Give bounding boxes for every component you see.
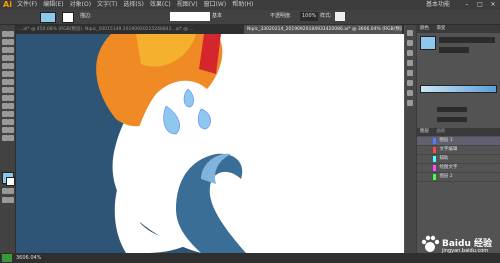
appearance-panel-icon[interactable] bbox=[407, 100, 413, 106]
location-input[interactable] bbox=[437, 117, 467, 122]
stroke-profile[interactable] bbox=[170, 12, 210, 21]
layer-name: 图层 2 bbox=[439, 174, 453, 179]
slice-tool-icon[interactable] bbox=[8, 127, 14, 133]
artwork-svg bbox=[16, 34, 246, 253]
gradient-panel-icon[interactable] bbox=[407, 80, 413, 86]
baidu-watermark: Baidu 经验 jingyan.baidu.com bbox=[420, 234, 500, 256]
gradient-preview[interactable] bbox=[420, 36, 436, 50]
type-tool-icon[interactable] bbox=[8, 47, 14, 53]
menu-view[interactable]: 视图(V) bbox=[174, 0, 201, 10]
menu-effect[interactable]: 效果(C) bbox=[147, 0, 174, 10]
stroke-panel-icon[interactable] bbox=[407, 70, 413, 76]
layer-name: 文字编辑 bbox=[439, 147, 458, 152]
artboard-canvas[interactable] bbox=[16, 34, 404, 253]
menu-object[interactable]: 对象(O) bbox=[67, 0, 94, 10]
style-label: 样式: bbox=[320, 13, 332, 19]
swatches-panel-icon[interactable] bbox=[407, 40, 413, 46]
layer-row[interactable]: 辅助 bbox=[417, 155, 500, 164]
menu-bar: Ai 文件(F) 编辑(E) 对象(O) 文字(T) 选择(S) 效果(C) 视… bbox=[0, 0, 500, 10]
layer-color-chip bbox=[433, 174, 436, 180]
color-panel-icon[interactable] bbox=[407, 30, 413, 36]
layer-name: 辅助 bbox=[439, 156, 449, 161]
gradient-tab[interactable]: 渐变 bbox=[433, 26, 448, 31]
opacity-label: 不透明度: bbox=[270, 13, 292, 19]
free-transform-icon[interactable] bbox=[8, 87, 14, 93]
layer-row[interactable]: 图层 2 bbox=[417, 173, 500, 182]
menu-window[interactable]: 窗口(W) bbox=[201, 0, 230, 10]
layer-color-chip bbox=[433, 147, 436, 153]
menu-type[interactable]: 文字(T) bbox=[94, 0, 120, 10]
panel-icons-column bbox=[405, 25, 416, 253]
workspace-switcher[interactable]: 基本功能 bbox=[426, 0, 450, 10]
transparency-panel-icon[interactable] bbox=[407, 90, 413, 96]
fill-swatch[interactable] bbox=[40, 12, 56, 23]
layer-color-chip bbox=[433, 165, 436, 171]
menu-file[interactable]: 文件(F) bbox=[14, 0, 40, 10]
layer-color-chip bbox=[433, 156, 436, 162]
layer-color-chip bbox=[433, 138, 436, 144]
layers-tab[interactable]: 图层 bbox=[417, 129, 432, 134]
zoom-tool-icon[interactable] bbox=[8, 135, 14, 141]
zoom-level[interactable]: 3606.04% bbox=[16, 254, 41, 262]
style-swatch[interactable] bbox=[335, 12, 345, 21]
control-bar: 描边: 基本 不透明度: 100% 样式: bbox=[0, 10, 500, 25]
close-button[interactable]: ✕ bbox=[488, 0, 498, 10]
gradient-type-field[interactable] bbox=[439, 37, 495, 43]
gradient-tool-icon[interactable] bbox=[8, 103, 14, 109]
app-status-icon bbox=[2, 254, 12, 262]
app-logo: Ai bbox=[3, 0, 12, 9]
blend-tool-icon[interactable] bbox=[8, 111, 14, 117]
layer-row[interactable]: 文字编辑 bbox=[417, 146, 500, 155]
right-panel-dock: 颜色 渐变 图层 画板 图层 1 文字编辑 辅助 绘图文字 图层 2 bbox=[405, 25, 500, 253]
scale-tool-icon[interactable] bbox=[8, 79, 14, 85]
angle-field[interactable] bbox=[439, 47, 469, 53]
paw-icon bbox=[421, 235, 440, 252]
main-menu: 文件(F) 编辑(E) 对象(O) 文字(T) 选择(S) 效果(C) 视图(V… bbox=[14, 0, 256, 10]
layers-panel-header: 图层 画板 bbox=[417, 128, 500, 136]
watermark-url: jingyan.baidu.com bbox=[442, 248, 489, 254]
window-controls: – □ ✕ bbox=[462, 0, 498, 10]
layer-name: 图层 1 bbox=[439, 138, 453, 143]
brushes-panel-icon[interactable] bbox=[407, 50, 413, 56]
rectangle-tool-icon[interactable] bbox=[8, 55, 14, 61]
layer-name: 绘图文字 bbox=[439, 165, 458, 170]
menu-help[interactable]: 帮助(H) bbox=[229, 0, 256, 10]
panel-content: 颜色 渐变 图层 画板 图层 1 文字编辑 辅助 绘图文字 图层 2 bbox=[417, 25, 500, 253]
document-tabs: ...ai* @ 450.08% (RGB/预览) Nipic_10015149… bbox=[16, 25, 404, 34]
menu-edit[interactable]: 编辑(E) bbox=[40, 0, 66, 10]
layer-row[interactable]: 图层 1 bbox=[417, 137, 500, 146]
tab-document-2[interactable]: Nipic_10015149 20190920215246841...ai* @… bbox=[82, 25, 248, 34]
tab-document-1[interactable]: ...ai* @ 450.08% (RGB/预览) bbox=[16, 25, 82, 34]
screen-mode-icon[interactable] bbox=[8, 197, 14, 203]
opacity-field[interactable]: 100% bbox=[300, 12, 319, 21]
graph-tool-icon[interactable] bbox=[8, 119, 14, 125]
tools-panel bbox=[0, 25, 16, 253]
maximize-button[interactable]: □ bbox=[475, 0, 485, 10]
gradient-slider[interactable] bbox=[420, 85, 497, 93]
stroke-swatch[interactable] bbox=[62, 12, 74, 23]
layer-row[interactable]: 绘图文字 bbox=[417, 164, 500, 173]
minimize-button[interactable]: – bbox=[462, 0, 472, 10]
lasso-icon[interactable] bbox=[8, 39, 14, 45]
stroke-value: 基本 bbox=[212, 13, 223, 19]
tab-document-3[interactable]: Nipic_33020214_20190920184931420086.ai* … bbox=[244, 25, 402, 34]
menu-select[interactable]: 选择(S) bbox=[120, 0, 147, 10]
perspective-grid-icon[interactable] bbox=[8, 95, 14, 101]
color-panel-header: 颜色 渐变 bbox=[417, 25, 500, 33]
direct-selection-tool-icon[interactable] bbox=[8, 31, 14, 37]
artboards-tab[interactable]: 画板 bbox=[433, 129, 448, 134]
pencil-tool-icon[interactable] bbox=[8, 63, 14, 69]
stroke-color-box[interactable] bbox=[6, 177, 15, 186]
gradient-mode-icon[interactable] bbox=[8, 188, 14, 194]
color-tab[interactable]: 颜色 bbox=[417, 26, 432, 31]
stroke-label: 描边: bbox=[80, 13, 92, 19]
opacity-input[interactable] bbox=[437, 107, 467, 112]
symbols-panel-icon[interactable] bbox=[407, 60, 413, 66]
eraser-icon[interactable] bbox=[8, 71, 14, 77]
